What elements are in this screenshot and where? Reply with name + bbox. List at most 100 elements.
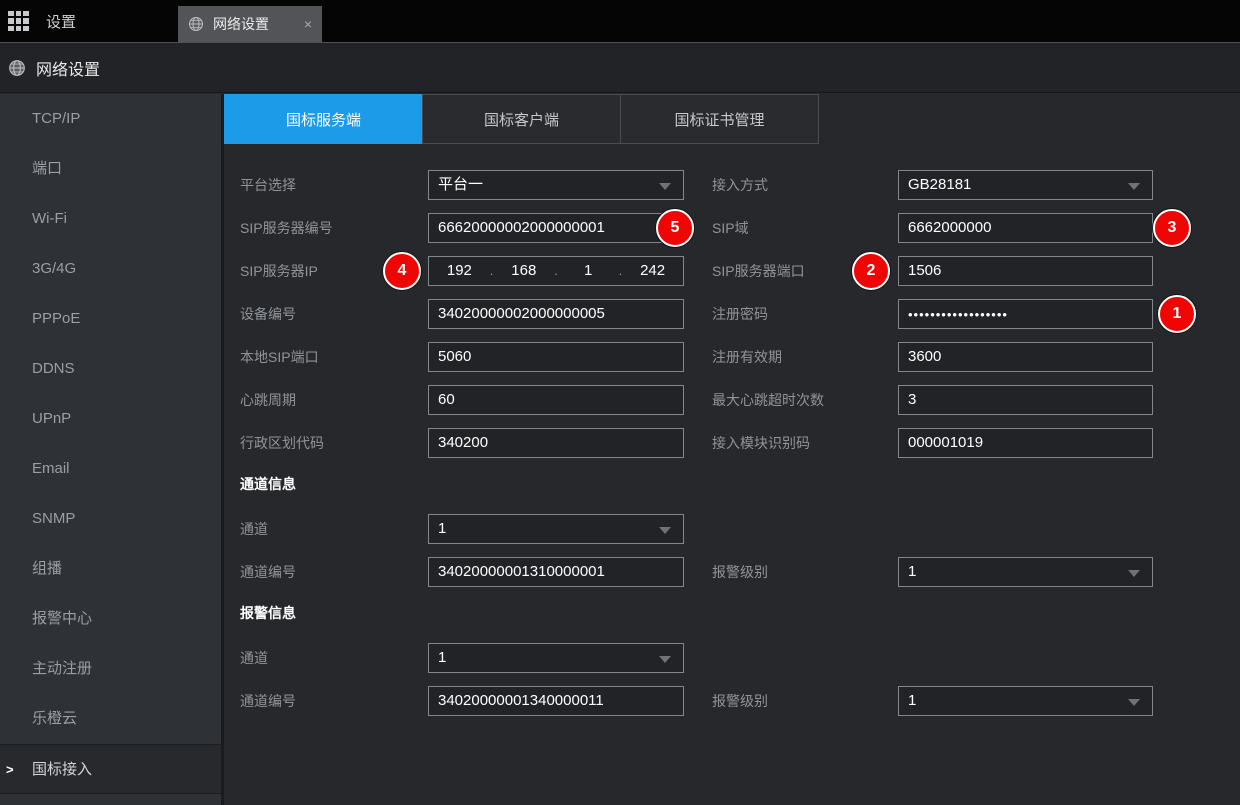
sip-server-port-input[interactable]: 1506 [898, 256, 1153, 286]
channel-select[interactable]: 1 [428, 514, 684, 544]
alarm-level2-value: 1 [908, 692, 916, 709]
callout-badge-1: 1 [1158, 295, 1196, 333]
channel-label: 通道 [240, 519, 428, 539]
alarm-level2-select[interactable]: 1 [898, 686, 1153, 716]
tab-network-settings[interactable]: 网络设置 × [178, 6, 322, 42]
chevron-down-icon [659, 656, 671, 663]
heartbeat-period-label: 心跳周期 [240, 390, 428, 410]
register-password-label: 注册密码 [712, 304, 898, 324]
platform-label: 平台选择 [240, 175, 428, 195]
app-launcher-grid-icon[interactable] [8, 11, 29, 32]
alarm-channel-value: 1 [438, 649, 446, 666]
access-type-label: 接入方式 [712, 175, 898, 195]
callout-badge-5: 5 [656, 209, 694, 247]
sidebar-item-port[interactable]: 端口 [0, 144, 221, 194]
sidebar-item-alarm-center[interactable]: 报警中心 [0, 594, 221, 644]
local-sip-port-input[interactable]: 5060 [428, 342, 684, 372]
callout-badge-4: 4 [383, 252, 421, 290]
platform-select[interactable]: 平台一 [428, 170, 684, 200]
heartbeat-period-input[interactable]: 60 [428, 385, 684, 415]
form-row: 通道编号 34020000001340000011 报警级别 1 [240, 686, 1240, 716]
globe-icon [8, 59, 26, 77]
access-type-value: GB28181 [908, 176, 971, 193]
sidebar-item-upnp[interactable]: UPnP [0, 394, 221, 444]
form-row: 本地SIP端口 5060 注册有效期 3600 [240, 342, 1240, 372]
chevron-down-icon [1128, 183, 1140, 190]
sidebar-item-pppoe[interactable]: PPPoE [0, 294, 221, 344]
top-bar: 设置 网络设置 × [0, 0, 1240, 43]
sidebar: TCP/IP 端口 Wi-Fi 3G/4G PPPoE DDNS UPnP Em… [0, 94, 221, 805]
form-row: 平台选择 平台一 接入方式 GB28181 [240, 170, 1240, 200]
sip-domain-input[interactable]: 6662000000 [898, 213, 1153, 243]
device-no-label: 设备编号 [240, 304, 428, 324]
channel-no-input[interactable]: 34020000001310000001 [428, 557, 684, 587]
device-no-input[interactable]: 34020000002000000005 [428, 299, 684, 329]
form-row: SIP服务器IP 192 . 168 . 1 . 242 4 SIP服务器端口 … [240, 256, 1240, 286]
sidebar-item-email[interactable]: Email [0, 444, 221, 494]
access-module-id-input[interactable]: 000001019 [898, 428, 1153, 458]
tab-gb-cert-management[interactable]: 国标证书管理 [620, 94, 819, 144]
max-heartbeat-fail-input[interactable]: 3 [898, 385, 1153, 415]
alarm-level-label: 报警级别 [712, 562, 898, 582]
sidebar-item-3g4g[interactable]: 3G/4G [0, 244, 221, 294]
sidebar-item-gb28181-access[interactable]: > 国标接入 [0, 744, 221, 794]
close-tab-icon[interactable]: × [304, 16, 312, 32]
alarm-channel-no-input[interactable]: 34020000001340000011 [428, 686, 684, 716]
alarm-info-section-title: 报警信息 [240, 600, 1240, 626]
form-row: 通道编号 34020000001310000001 报警级别 1 [240, 557, 1240, 587]
gb-server-form: 平台选择 平台一 接入方式 GB28181 SIP服务器编号 666200000… [224, 144, 1240, 716]
channel-value: 1 [438, 520, 446, 537]
tab-gb-server[interactable]: 国标服务端 [224, 94, 423, 144]
sidebar-item-label: 国标接入 [32, 761, 92, 778]
settings-menu-label[interactable]: 设置 [46, 11, 76, 32]
chevron-down-icon [659, 527, 671, 534]
form-row: 行政区划代码 340200 接入模块识别码 000001019 [240, 428, 1240, 458]
channel-info-section-title: 通道信息 [240, 471, 1240, 497]
sip-server-ip-input[interactable]: 192 . 168 . 1 . 242 [428, 256, 684, 286]
callout-badge-2: 2 [852, 252, 890, 290]
max-heartbeat-fail-label: 最大心跳超时次数 [712, 390, 898, 410]
chevron-right-icon: > [6, 745, 14, 795]
form-row: SIP服务器编号 66620000002000000001 5 SIP域 666… [240, 213, 1240, 243]
alarm-channel-select[interactable]: 1 [428, 643, 684, 673]
form-row: 通道 1 [240, 643, 1240, 673]
access-type-select[interactable]: GB28181 [898, 170, 1153, 200]
chevron-down-icon [1128, 570, 1140, 577]
channel-no-label: 通道编号 [240, 562, 428, 582]
ip-octet-2[interactable]: 168 [493, 257, 554, 285]
form-row: 通道 1 [240, 514, 1240, 544]
ip-octet-4[interactable]: 242 [622, 257, 683, 285]
page-title: 网络设置 [36, 56, 100, 80]
chevron-down-icon [659, 183, 671, 190]
tab-gb-client[interactable]: 国标客户端 [422, 94, 621, 144]
sidebar-item-wifi[interactable]: Wi-Fi [0, 194, 221, 244]
admin-area-code-label: 行政区划代码 [240, 433, 428, 453]
sidebar-item-snmp[interactable]: SNMP [0, 494, 221, 544]
sidebar-item-ddns[interactable]: DDNS [0, 344, 221, 394]
register-valid-input[interactable]: 3600 [898, 342, 1153, 372]
sidebar-item-auto-register[interactable]: 主动注册 [0, 644, 221, 694]
globe-icon [188, 16, 204, 32]
main-content: 国标服务端 国标客户端 国标证书管理 平台选择 平台一 接入方式 GB28181 [224, 94, 1240, 805]
alarm-channel-no-label: 通道编号 [240, 691, 428, 711]
gb-tabs: 国标服务端 国标客户端 国标证书管理 [224, 94, 1240, 144]
local-sip-port-label: 本地SIP端口 [240, 347, 428, 367]
page-header: 网络设置 [0, 43, 1240, 93]
callout-badge-3: 3 [1153, 209, 1191, 247]
sip-domain-label: SIP域 [712, 218, 898, 238]
sidebar-item-multicast[interactable]: 组播 [0, 544, 221, 594]
ip-octet-1[interactable]: 192 [429, 257, 490, 285]
alarm-channel-label: 通道 [240, 648, 428, 668]
register-valid-label: 注册有效期 [712, 347, 898, 367]
alarm-level-select[interactable]: 1 [898, 557, 1153, 587]
sip-server-no-label: SIP服务器编号 [240, 218, 428, 238]
sidebar-item-lechange[interactable]: 乐橙云 [0, 694, 221, 744]
ip-octet-3[interactable]: 1 [558, 257, 619, 285]
sidebar-item-tcpip[interactable]: TCP/IP [0, 94, 221, 144]
admin-area-code-input[interactable]: 340200 [428, 428, 684, 458]
form-row: 心跳周期 60 最大心跳超时次数 3 [240, 385, 1240, 415]
register-password-input[interactable]: •••••••••••••••••• [898, 299, 1153, 329]
sip-server-no-input[interactable]: 66620000002000000001 [428, 213, 684, 243]
alarm-level2-label: 报警级别 [712, 691, 898, 711]
chevron-down-icon [1128, 699, 1140, 706]
